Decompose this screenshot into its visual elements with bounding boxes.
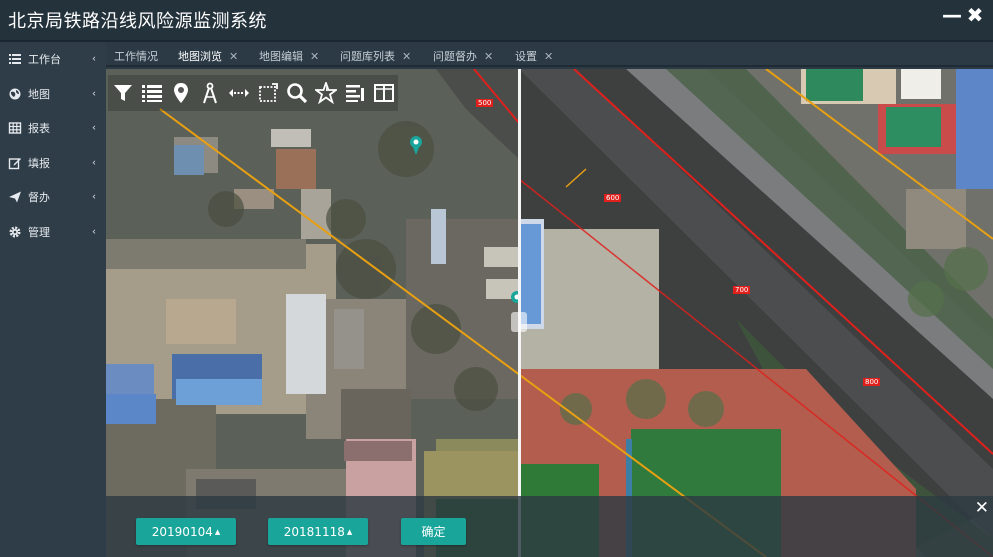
sidebar-item-map[interactable]: 地图 ‹ bbox=[0, 77, 106, 112]
chevron-left-icon: ‹ bbox=[92, 226, 96, 238]
sidebar-item-manage[interactable]: 管理 ‹ bbox=[0, 215, 106, 250]
favorite-tool[interactable] bbox=[311, 78, 340, 108]
sidebar-item-label: 地图 bbox=[28, 87, 50, 101]
left-date-selector[interactable]: 20190104 ▲ bbox=[136, 518, 236, 545]
left-date-value: 20190104 bbox=[151, 524, 213, 539]
measure-distance-icon bbox=[228, 89, 249, 97]
caret-up-icon: ▲ bbox=[346, 527, 353, 536]
tab-label: 问题库列表 bbox=[340, 50, 395, 63]
tab-settings[interactable]: 设置 ✕ bbox=[515, 48, 553, 64]
satellite-imagery bbox=[106, 69, 993, 557]
favorite-icon bbox=[314, 82, 337, 104]
list-icon bbox=[9, 54, 21, 65]
close-icon[interactable]: ✕ bbox=[229, 50, 238, 63]
close-icon[interactable]: ✕ bbox=[544, 50, 553, 63]
sidebar-item-label: 管理 bbox=[28, 225, 50, 239]
sidebar-item-label: 工作台 bbox=[28, 53, 61, 67]
right-date-selector[interactable]: 20181118 ▲ bbox=[268, 518, 368, 545]
tab-map-browse[interactable]: 地图浏览 ✕ bbox=[178, 48, 238, 64]
measure-area-icon bbox=[258, 83, 278, 102]
filter-tool[interactable] bbox=[108, 78, 137, 108]
sidebar-item-label: 报表 bbox=[28, 122, 50, 136]
edit-icon bbox=[8, 157, 21, 169]
sidebar-item-label: 督办 bbox=[28, 191, 50, 205]
send-icon bbox=[9, 191, 21, 203]
right-date-value: 20181118 bbox=[283, 524, 345, 539]
tab-label: 设置 bbox=[515, 50, 537, 63]
tab-work-status[interactable]: 工作情况 bbox=[114, 48, 158, 64]
compass-tool[interactable] bbox=[195, 78, 224, 108]
railway-label: 500 bbox=[476, 99, 494, 107]
minimize-button[interactable]: — bbox=[941, 4, 963, 26]
chevron-left-icon: ‹ bbox=[92, 53, 96, 65]
tab-map-edit[interactable]: 地图编辑 ✕ bbox=[259, 48, 319, 64]
sidebar-item-reports[interactable]: 报表 ‹ bbox=[0, 111, 106, 146]
close-icon[interactable]: ✕ bbox=[402, 50, 411, 63]
tab-label: 地图浏览 bbox=[178, 50, 222, 63]
grid-icon bbox=[8, 122, 22, 134]
legend-tool[interactable] bbox=[340, 78, 369, 108]
tab-issue-supervise[interactable]: 问题督办 ✕ bbox=[433, 48, 493, 64]
title-bar: 北京局铁路沿线风险源监测系统 — ✖ bbox=[0, 0, 993, 40]
tab-label: 问题督办 bbox=[433, 50, 477, 63]
layers-list-tool[interactable] bbox=[137, 78, 166, 108]
railway-label: 800 bbox=[863, 378, 881, 386]
filter-icon bbox=[113, 85, 132, 101]
tab-issue-list[interactable]: 问题库列表 ✕ bbox=[340, 48, 411, 64]
layers-list-icon bbox=[141, 85, 162, 102]
sidebar-item-supervise[interactable]: 督办 ‹ bbox=[0, 180, 106, 215]
railway-label: 700 bbox=[733, 286, 751, 294]
close-icon[interactable]: ✕ bbox=[484, 50, 493, 63]
swipe-handle[interactable] bbox=[511, 312, 527, 332]
close-icon[interactable]: ✕ bbox=[310, 50, 319, 63]
map-toolbar bbox=[108, 75, 398, 111]
measure-area-tool[interactable] bbox=[253, 78, 282, 108]
time-compare-panel: 20190104 ▲ 20181118 ▲ 确定 ✕ bbox=[106, 496, 993, 557]
tab-bar: 工作情况 地图浏览 ✕ 地图编辑 ✕ 问题库列表 ✕ 问题督办 ✕ 设置 ✕ bbox=[106, 40, 993, 67]
confirm-label: 确定 bbox=[421, 525, 446, 539]
sidebar-item-workbench[interactable]: 工作台 ‹ bbox=[0, 42, 106, 77]
tab-label: 地图编辑 bbox=[259, 50, 303, 63]
caret-up-icon: ▲ bbox=[214, 527, 221, 536]
close-icon[interactable]: ✕ bbox=[975, 498, 989, 518]
close-button[interactable]: ✖ bbox=[964, 4, 986, 26]
search-tool[interactable] bbox=[282, 78, 311, 108]
legend-icon bbox=[345, 85, 364, 102]
compass-icon bbox=[202, 82, 217, 104]
globe-icon bbox=[9, 88, 21, 100]
chevron-left-icon: ‹ bbox=[92, 88, 96, 100]
location-pin-icon bbox=[173, 83, 188, 103]
measure-distance-tool[interactable] bbox=[224, 78, 253, 108]
map-view[interactable]: 500 600 700 800 bbox=[106, 69, 993, 557]
location-tool[interactable] bbox=[166, 78, 195, 108]
sidebar-item-label: 填报 bbox=[28, 156, 50, 170]
confirm-button[interactable]: 确定 bbox=[401, 518, 466, 545]
sidebar-item-report-entry[interactable]: 填报 ‹ bbox=[0, 146, 106, 181]
chevron-left-icon: ‹ bbox=[92, 157, 96, 169]
chevron-left-icon: ‹ bbox=[92, 122, 96, 134]
split-view-tool[interactable] bbox=[369, 78, 398, 108]
tab-label: 工作情况 bbox=[114, 50, 158, 63]
app-title: 北京局铁路沿线风险源监测系统 bbox=[8, 11, 267, 32]
app-window: 北京局铁路沿线风险源监测系统 — ✖ 工作台 ‹ 地图 ‹ 报表 ‹ 填报 ‹ … bbox=[0, 0, 993, 557]
sidebar: 工作台 ‹ 地图 ‹ 报表 ‹ 填报 ‹ 督办 ‹ 管理 ‹ bbox=[0, 40, 106, 557]
search-icon bbox=[286, 83, 307, 104]
gear-icon bbox=[9, 226, 21, 238]
railway-label: 600 bbox=[604, 194, 622, 202]
split-view-icon bbox=[373, 84, 394, 102]
chevron-left-icon: ‹ bbox=[92, 191, 96, 203]
